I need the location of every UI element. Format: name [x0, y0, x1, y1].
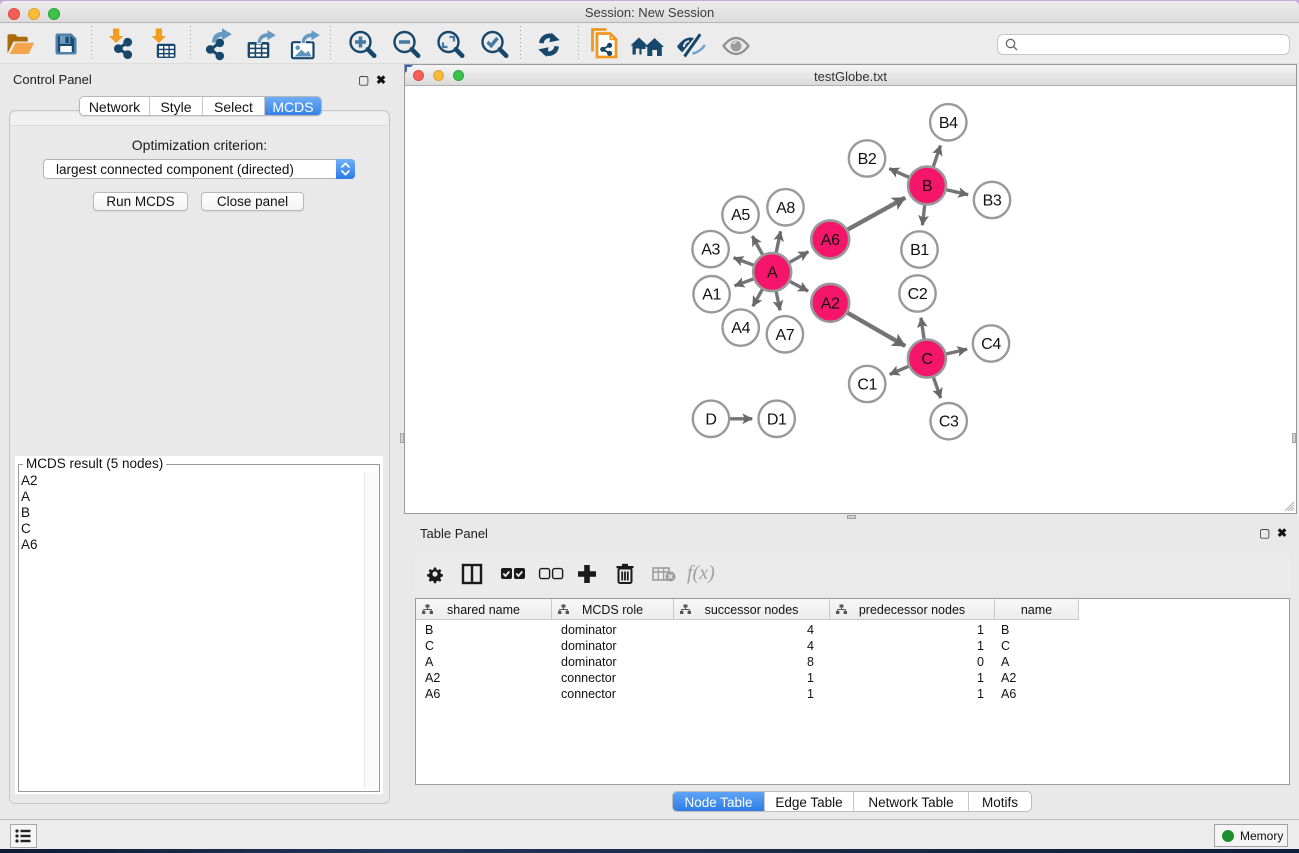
svg-text:C3: C3: [939, 414, 959, 431]
svg-text:A4: A4: [731, 320, 750, 337]
svg-text:D1: D1: [767, 411, 787, 428]
svg-text:D: D: [705, 411, 716, 428]
svg-text:A6: A6: [821, 232, 840, 249]
svg-text:B2: B2: [858, 151, 877, 168]
svg-text:C: C: [921, 351, 932, 368]
svg-text:B4: B4: [939, 115, 958, 132]
svg-text:A7: A7: [776, 327, 795, 344]
svg-text:B3: B3: [983, 193, 1002, 210]
svg-text:A3: A3: [701, 242, 720, 259]
svg-text:A5: A5: [731, 207, 750, 224]
svg-text:B1: B1: [910, 242, 929, 259]
svg-text:A2: A2: [821, 295, 840, 312]
svg-text:C4: C4: [981, 336, 1001, 353]
svg-text:A: A: [767, 265, 778, 282]
svg-text:A8: A8: [776, 200, 795, 217]
svg-text:C1: C1: [857, 377, 877, 394]
svg-text:B: B: [922, 178, 932, 195]
svg-text:A1: A1: [702, 287, 721, 304]
svg-text:C2: C2: [908, 286, 928, 303]
